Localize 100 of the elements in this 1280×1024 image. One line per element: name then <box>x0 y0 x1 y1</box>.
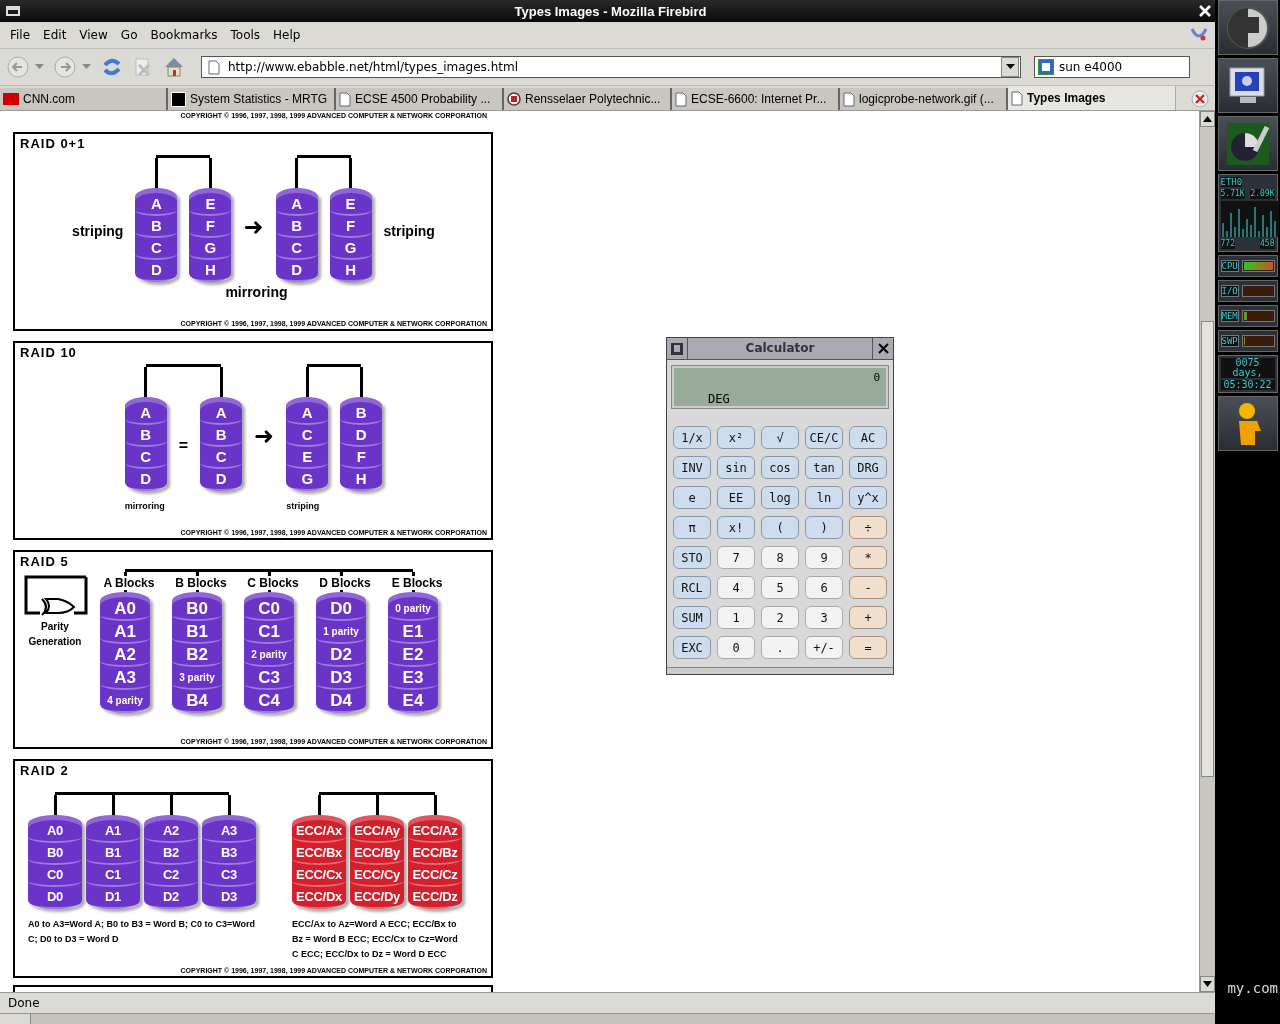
logo-icon <box>1224 4 1271 51</box>
disk-segment: C0 <box>28 865 82 887</box>
calculator-key[interactable]: 7 <box>717 546 755 569</box>
calculator-key[interactable]: 8 <box>761 546 799 569</box>
calculator-key[interactable]: + <box>849 606 887 629</box>
disk-segment: A1 <box>100 621 150 644</box>
news-logo-icon <box>3 93 19 105</box>
disk-segment: H <box>340 469 383 491</box>
display-value: 0 <box>873 371 880 384</box>
calculator-key[interactable]: EXC <box>673 636 711 659</box>
scroll-down-icon[interactable] <box>1200 976 1215 992</box>
disk-segment: ECC/Ax <box>292 821 346 843</box>
calculator-key[interactable]: * <box>849 546 887 569</box>
menu-item[interactable]: File <box>4 28 37 42</box>
calculator-key[interactable]: . <box>761 636 799 659</box>
monitor-label: MEM <box>1220 310 1239 322</box>
disk-segment: C <box>200 447 243 469</box>
calculator-key[interactable]: e <box>673 486 711 509</box>
calculator-key[interactable]: ) <box>805 516 843 539</box>
diagram-caption: A0 to A3=Word A; B0 to B3 = Word B; C0 to C3=Word C; D0 to D3 = Word D <box>28 918 256 946</box>
calculator-key[interactable]: 6 <box>805 576 843 599</box>
address-field[interactable]: http://www.ebabble.net/html/types_images.html <box>201 56 1021 78</box>
diagram-title: RAID 5 <box>20 554 70 569</box>
disk-segment: E4 <box>388 690 438 713</box>
calculator-key[interactable]: RCL <box>673 576 711 599</box>
disk-segment: ECC/Cy <box>350 865 404 887</box>
disk-segment: 4 parity <box>100 690 150 713</box>
disk-segment: C3 <box>244 667 294 690</box>
menu-item[interactable]: Edit <box>37 28 73 42</box>
scroll-up-icon[interactable] <box>1200 111 1215 127</box>
tab[interactable]: ECSE-6600: Internet Pr... <box>672 88 840 110</box>
calculator-key[interactable]: tan <box>805 456 843 479</box>
menu-item[interactable]: Bookmarks <box>144 28 224 42</box>
scrollbar[interactable] <box>1199 111 1215 992</box>
globe-pen-icon <box>1224 120 1271 167</box>
disk-segment: D1 <box>86 887 140 909</box>
calculator-key[interactable]: INV <box>673 456 711 479</box>
disk-segment: A0 <box>28 821 82 843</box>
calculator-key[interactable]: ( <box>761 516 799 539</box>
tab[interactable]: ECSE 4500 Probability ... <box>336 88 504 110</box>
calculator-key[interactable]: 4 <box>717 576 755 599</box>
calculator-key[interactable]: EE <box>717 486 755 509</box>
menu-item[interactable]: Tools <box>224 28 267 42</box>
calculator-key[interactable]: π <box>673 516 711 539</box>
calculator-key[interactable]: 3 <box>805 606 843 629</box>
calculator-key[interactable]: y^x <box>849 486 887 509</box>
calculator-key[interactable]: 5 <box>761 576 799 599</box>
tab[interactable]: System Statistics - MRTG <box>168 88 336 110</box>
calculator-key[interactable]: x² <box>717 426 755 449</box>
desktop-text: my.com <box>1227 980 1278 996</box>
calculator-key[interactable]: - <box>849 576 887 599</box>
calculator-key[interactable]: AC <box>849 426 887 449</box>
disk-segment: H <box>189 260 232 282</box>
calculator-key[interactable]: √ <box>761 426 799 449</box>
calculator-key[interactable]: sin <box>717 456 755 479</box>
calculator-key[interactable]: 1/x <box>673 426 711 449</box>
calculator-key[interactable]: +/- <box>805 636 843 659</box>
network-graph-drawing <box>1220 201 1279 237</box>
close-tab-icon[interactable] <box>1191 90 1209 108</box>
calculator-key[interactable]: = <box>849 636 887 659</box>
scrollbar-thumb[interactable] <box>1201 321 1214 777</box>
dock-app-tile[interactable] <box>1217 116 1278 171</box>
dock-app-tile[interactable] <box>1217 58 1278 113</box>
tab[interactable]: Types Images <box>1008 86 1176 110</box>
dock-app-tile[interactable] <box>1217 0 1278 55</box>
disk-segment: B1 <box>86 843 140 865</box>
calculator-key[interactable]: CE/C <box>805 426 843 449</box>
dropdown-button[interactable] <box>1001 57 1019 77</box>
menu-item[interactable]: View <box>73 28 114 42</box>
disk-segment: D2 <box>316 644 366 667</box>
diagram-caption: ECC/Ax to Az=Word A ECC; ECC/Bx to Bz = Word B ECC; ECC/Cx to Cz=Word C ECC; ECC/Dx to Dz = Word D ECC <box>292 918 459 961</box>
calculator-key[interactable]: ÷ <box>849 516 887 539</box>
tab[interactable]: CNN.com <box>0 88 168 110</box>
disk-segment: D <box>124 469 167 491</box>
calculator-key[interactable]: x! <box>717 516 755 539</box>
tab[interactable]: Rensselaer Polytechnic... <box>504 88 672 110</box>
calculator-key[interactable]: 2 <box>761 606 799 629</box>
calculator-key[interactable]: DRG <box>849 456 887 479</box>
menu-item[interactable]: Go <box>114 28 144 42</box>
calculator-key[interactable]: ln <box>805 486 843 509</box>
calculator-key[interactable]: SUM <box>673 606 711 629</box>
calculator-key[interactable]: 0 <box>717 636 755 659</box>
calculator-key[interactable]: log <box>761 486 799 509</box>
search-field[interactable]: sun e4000 <box>1034 56 1190 78</box>
tab[interactable]: logicprobe-network.gif (... <box>840 88 1008 110</box>
dock-app-tile[interactable] <box>1217 396 1278 451</box>
calculator-key[interactable]: STO <box>673 546 711 569</box>
calculator-key[interactable]: 1 <box>717 606 755 629</box>
monitor-label: ETH0 <box>1220 177 1243 187</box>
disk-segment: ECC/Cx <box>292 865 346 887</box>
diagram-label: striping <box>383 223 435 239</box>
calculator-key[interactable]: 9 <box>805 546 843 569</box>
calculator-key[interactable]: cos <box>761 456 799 479</box>
disk-segment: E <box>329 194 372 216</box>
disk-segment: A0 <box>100 598 150 621</box>
disk-segment: E <box>286 447 329 469</box>
monitor-reading: 5.71K <box>1220 189 1245 199</box>
menu-item[interactable]: Help <box>267 28 307 42</box>
disk-segment: F <box>189 216 232 238</box>
caret-icon[interactable] <box>1005 64 1015 70</box>
